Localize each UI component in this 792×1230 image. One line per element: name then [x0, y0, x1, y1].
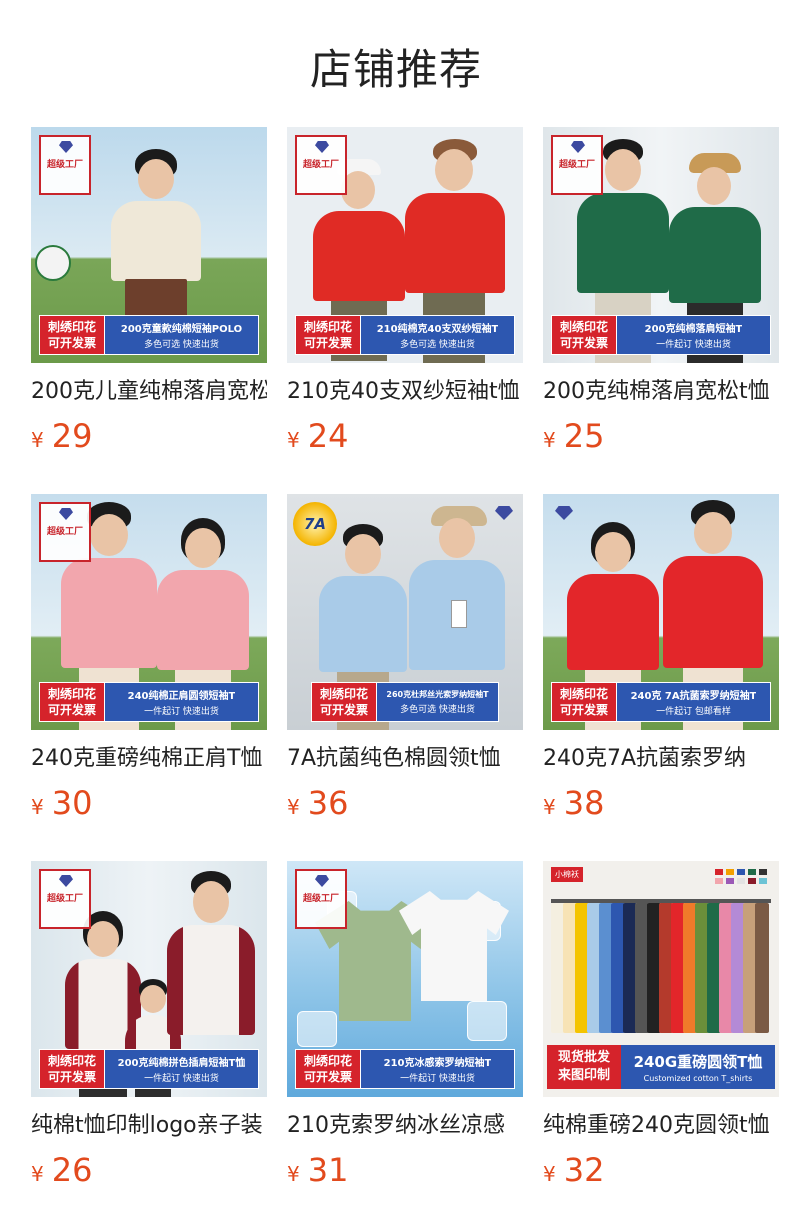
- product-card[interactable]: 超级工厂 刺绣印花 可开发票 200克童款纯棉短袖POLO 多色可选 快速出货 20…: [31, 127, 267, 455]
- promo-banner: 刺绣印花 可开发票 200克纯棉拼色插肩短袖T恤 一件起订 快速出货: [39, 1049, 259, 1089]
- product-image[interactable]: 超级工厂 刺绣印花 可开发票 210克冰感索罗纳短袖T 一件起订 快速出货: [287, 861, 523, 1097]
- product-price: ¥26: [31, 1151, 93, 1189]
- factory-badge: 超级工厂: [551, 135, 603, 195]
- product-name[interactable]: 200克儿童纯棉落肩宽松: [31, 377, 267, 407]
- product-card[interactable]: 小棉袄 现货批发 来图印制 240G重磅圆领T恤 Customized cott…: [543, 861, 779, 1189]
- product-name[interactable]: 210克40支双纱短袖t恤: [287, 377, 523, 407]
- product-name[interactable]: 210克索罗纳冰丝凉感: [287, 1111, 523, 1141]
- brand-tag: 小棉袄: [551, 867, 583, 882]
- product-name[interactable]: 240克7A抗菌索罗纳: [543, 744, 779, 774]
- product-price: ¥29: [31, 417, 93, 455]
- product-price: ¥24: [287, 417, 349, 455]
- diamond-icon: [315, 141, 329, 153]
- product-card[interactable]: 超级工厂 刺绣印花 可开发票 240纯棉正肩圆领短袖T 一件起订 快速出货 240克…: [31, 494, 267, 822]
- factory-badge: 超级工厂: [39, 502, 91, 562]
- factory-badge: 超级工厂: [39, 135, 91, 195]
- color-swatches: [715, 869, 769, 884]
- factory-badge: 超级工厂: [295, 135, 347, 195]
- page-title: 店铺推荐: [309, 45, 482, 94]
- product-card[interactable]: 7A 刺绣印花 可开发票 260克杜邦丝光索罗纳短袖T 多色可选 快速出货 7A抗菌…: [287, 494, 523, 822]
- product-card[interactable]: 超级工厂 刺绣印花 可开发票 210纯棉克40支双纱短袖T 多色可选 快速出货 21…: [287, 127, 523, 455]
- promo-banner: 刺绣印花 可开发票 260克杜邦丝光索罗纳短袖T 多色可选 快速出货: [311, 682, 499, 722]
- product-price: ¥38: [543, 784, 605, 822]
- product-image[interactable]: 超级工厂 刺绣印花 可开发票 200克童款纯棉短袖POLO 多色可选 快速出货: [31, 127, 267, 363]
- product-image[interactable]: 超级工厂 刺绣印花 可开发票 200克纯棉拼色插肩短袖T恤 一件起订 快速出货: [31, 861, 267, 1097]
- product-name[interactable]: 200克纯棉落肩宽松t恤: [543, 377, 779, 407]
- promo-banner: 刺绣印花 可开发票 240克 7A抗菌索罗纳短袖T 一件起订 包邮看样: [551, 682, 771, 722]
- promo-banner: 刺绣印花 可开发票 200克纯棉落肩短袖T 一件起订 快速出货: [551, 315, 771, 355]
- product-price: ¥31: [287, 1151, 349, 1189]
- promo-banner: 刺绣印花 可开发票 240纯棉正肩圆领短袖T 一件起订 快速出货: [39, 682, 259, 722]
- 7a-badge-icon: 7A: [293, 502, 337, 546]
- product-name[interactable]: 纯棉t恤印制logo亲子装: [31, 1111, 267, 1141]
- product-price: ¥36: [287, 784, 349, 822]
- product-name[interactable]: 7A抗菌纯色棉圆领t恤: [287, 744, 523, 774]
- diamond-icon: [571, 141, 585, 153]
- product-image[interactable]: 小棉袄 现货批发 来图印制 240G重磅圆领T恤 Customized cott…: [543, 861, 779, 1097]
- promo-banner: 刺绣印花 可开发票 210克冰感索罗纳短袖T 一件起订 快速出货: [295, 1049, 515, 1089]
- promo-banner: 刺绣印花 可开发票 210纯棉克40支双纱短袖T 多色可选 快速出货: [295, 315, 515, 355]
- product-price: ¥32: [543, 1151, 605, 1189]
- product-name[interactable]: 纯棉重磅240克圆领t恤: [543, 1111, 779, 1141]
- promo-banner: 现货批发 来图印制 240G重磅圆领T恤 Customized cotton T_s…: [547, 1045, 775, 1089]
- product-name[interactable]: 240克重磅纯棉正肩T恤: [31, 744, 267, 774]
- product-price: ¥25: [543, 417, 605, 455]
- factory-badge: 超级工厂: [39, 869, 91, 929]
- factory-badge: 超级工厂: [295, 869, 347, 929]
- product-image[interactable]: 超级工厂 刺绣印花 可开发票 210纯棉克40支双纱短袖T 多色可选 快速出货: [287, 127, 523, 363]
- diamond-icon: [59, 141, 73, 153]
- product-price: ¥30: [31, 784, 93, 822]
- diamond-icon: [59, 875, 73, 887]
- promo-banner: 刺绣印花 可开发票 200克童款纯棉短袖POLO 多色可选 快速出货: [39, 315, 259, 355]
- product-image[interactable]: 超级工厂 刺绣印花 可开发票 240纯棉正肩圆领短袖T 一件起订 快速出货: [31, 494, 267, 730]
- product-image[interactable]: 超级工厂 刺绣印花 可开发票 200克纯棉落肩短袖T 一件起订 快速出货: [543, 127, 779, 363]
- product-card[interactable]: 超级工厂 刺绣印花 可开发票 200克纯棉落肩短袖T 一件起订 快速出货 200克纯…: [543, 127, 779, 455]
- product-image[interactable]: 7A 刺绣印花 可开发票 260克杜邦丝光索罗纳短袖T 多色可选 快速出货: [287, 494, 523, 730]
- diamond-icon: [59, 508, 73, 520]
- diamond-icon: [315, 875, 329, 887]
- product-card[interactable]: 超级工厂 刺绣印花 可开发票 200克纯棉拼色插肩短袖T恤 一件起订 快速出货 纯棉…: [31, 861, 267, 1189]
- product-card[interactable]: 超级工厂 刺绣印花 可开发票 210克冰感索罗纳短袖T 一件起订 快速出货 210克…: [287, 861, 523, 1189]
- product-image[interactable]: 刺绣印花 可开发票 240克 7A抗菌索罗纳短袖T 一件起订 包邮看样: [543, 494, 779, 730]
- product-card[interactable]: 刺绣印花 可开发票 240克 7A抗菌索罗纳短袖T 一件起订 包邮看样 240克7A…: [543, 494, 779, 822]
